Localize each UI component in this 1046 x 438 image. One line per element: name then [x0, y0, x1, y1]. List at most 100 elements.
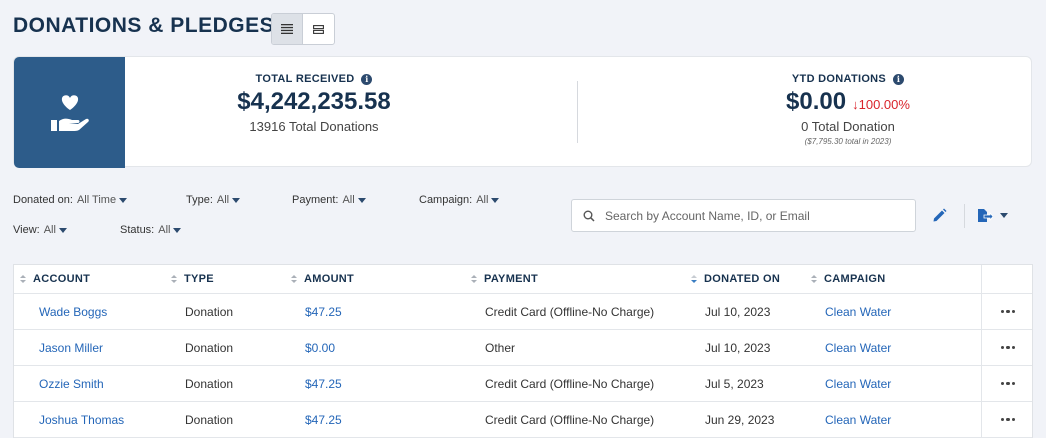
actions-column-divider	[981, 330, 982, 365]
type-cell: Donation	[185, 412, 234, 427]
view-toggle	[271, 13, 335, 45]
type-cell: Donation	[185, 340, 234, 355]
caret-down-icon	[58, 227, 67, 233]
column-header-type[interactable]: TYPE	[171, 265, 214, 293]
column-label: ACCOUNT	[33, 273, 91, 285]
more-icon[interactable]	[994, 294, 1022, 329]
pencil-icon	[933, 208, 947, 222]
filter-label: Campaign:	[419, 194, 473, 206]
table-row: Jason Miller Donation $0.00 Other Jul 10…	[14, 330, 1032, 366]
sort-icon	[20, 275, 26, 283]
export-icon	[978, 209, 993, 222]
column-header-amount[interactable]: AMOUNT	[291, 265, 354, 293]
actions-column-divider	[981, 366, 982, 401]
list-view-icon	[281, 24, 293, 34]
column-header-account[interactable]: ACCOUNT	[20, 265, 90, 293]
sort-icon	[171, 275, 177, 283]
donation-tile	[14, 57, 125, 168]
export-button[interactable]	[977, 208, 1008, 223]
ytd-note: ($7,795.30 total in 2023)	[804, 137, 892, 146]
filter-label: Status:	[120, 224, 155, 236]
table-header: ACCOUNT TYPE AMOUNT PAYMENT DONATED ON C…	[14, 265, 1032, 294]
compact-view-icon	[313, 24, 324, 34]
total-donations-count: 13916 Total Donations	[249, 119, 379, 134]
amount-link[interactable]: $0.00	[305, 330, 335, 365]
filter-campaign[interactable]: Campaign: All	[419, 194, 500, 206]
search-input[interactable]	[605, 208, 895, 223]
sort-icon	[811, 275, 817, 283]
filter-value: All	[342, 194, 355, 206]
campaign-link[interactable]: Clean Water	[825, 330, 891, 365]
filter-view[interactable]: View: All	[13, 224, 67, 236]
table-row: Joshua Thomas Donation $47.25 Credit Car…	[14, 402, 1032, 438]
column-label: PAYMENT	[484, 273, 539, 285]
filter-label: Payment:	[292, 194, 339, 206]
search-box	[571, 199, 916, 232]
more-icon[interactable]	[994, 402, 1022, 437]
account-link[interactable]: Wade Boggs	[39, 294, 107, 329]
amount-link[interactable]: $47.25	[305, 366, 342, 401]
account-link[interactable]: Jason Miller	[39, 330, 103, 365]
actions-column-divider	[981, 294, 982, 329]
account-link[interactable]: Ozzie Smith	[39, 366, 104, 401]
info-icon[interactable]: i	[893, 73, 905, 85]
actions-column-divider	[981, 402, 982, 437]
compact-view-button[interactable]	[303, 14, 334, 44]
filter-label: View:	[13, 224, 40, 236]
payment-cell: Other	[485, 340, 516, 355]
more-icon[interactable]	[994, 330, 1022, 365]
filter-donated-on[interactable]: Donated on: All Time	[13, 194, 128, 206]
campaign-link[interactable]: Clean Water	[825, 402, 891, 437]
total-received-stat: TOTAL RECEIVED i $4,242,235.58 13916 Tota…	[164, 57, 464, 134]
ytd-count: 0 Total Donation	[801, 119, 895, 134]
search-icon	[583, 210, 595, 222]
toolbar-divider	[964, 204, 965, 228]
sort-desc-icon	[691, 275, 697, 283]
filter-label: Donated on:	[13, 194, 73, 206]
filter-status[interactable]: Status: All	[120, 224, 182, 236]
caret-down-icon	[491, 197, 500, 203]
ytd-stat: YTD DONATIONS i $0.00 ↓100.00% 0 Total Don…	[698, 57, 998, 146]
type-cell: Donation	[185, 304, 234, 319]
payment-cell: Credit Card (Offline-No Charge)	[485, 412, 655, 427]
hand-heart-icon	[50, 94, 89, 131]
more-icon[interactable]	[994, 366, 1022, 401]
column-header-payment[interactable]: PAYMENT	[471, 265, 538, 293]
payment-cell: Credit Card (Offline-No Charge)	[485, 304, 655, 319]
caret-down-icon	[232, 197, 241, 203]
list-view-button[interactable]	[272, 14, 303, 44]
column-label: CAMPAIGN	[824, 273, 886, 285]
type-cell: Donation	[185, 376, 234, 391]
column-label: AMOUNT	[304, 273, 355, 285]
filter-payment[interactable]: Payment: All	[292, 194, 366, 206]
page-title: DONATIONS & PLEDGES	[13, 14, 275, 37]
column-label: DONATED ON	[704, 273, 781, 285]
caret-down-icon	[173, 227, 182, 233]
card-divider	[577, 81, 578, 143]
amount-link[interactable]: $47.25	[305, 402, 342, 437]
donations-table: ACCOUNT TYPE AMOUNT PAYMENT DONATED ON C…	[13, 264, 1033, 438]
sort-icon	[291, 275, 297, 283]
ytd-value: $0.00	[786, 88, 847, 115]
campaign-link[interactable]: Clean Water	[825, 366, 891, 401]
campaign-link[interactable]: Clean Water	[825, 294, 891, 329]
sort-icon	[471, 275, 477, 283]
table-row: Wade Boggs Donation $47.25 Credit Card (…	[14, 294, 1032, 330]
edit-button[interactable]	[932, 208, 947, 223]
filter-type[interactable]: Type: All	[186, 194, 241, 206]
info-icon[interactable]: i	[361, 73, 373, 85]
summary-card: TOTAL RECEIVED i $4,242,235.58 13916 Tota…	[13, 56, 1032, 168]
ytd-change: ↓100.00%	[852, 97, 910, 112]
amount-link[interactable]: $47.25	[305, 294, 342, 329]
donated-on-cell: Jul 5, 2023	[705, 376, 764, 391]
account-link[interactable]: Joshua Thomas	[39, 402, 124, 437]
caret-down-icon	[1000, 213, 1008, 218]
filter-label: Type:	[186, 194, 213, 206]
filter-value: All Time	[76, 194, 117, 206]
filter-value: All	[43, 224, 56, 236]
filter-value: All	[476, 194, 489, 206]
column-header-donated-on[interactable]: DONATED ON	[691, 265, 780, 293]
column-header-campaign[interactable]: CAMPAIGN	[811, 265, 885, 293]
donated-on-cell: Jun 29, 2023	[705, 412, 775, 427]
column-label: TYPE	[184, 273, 214, 285]
